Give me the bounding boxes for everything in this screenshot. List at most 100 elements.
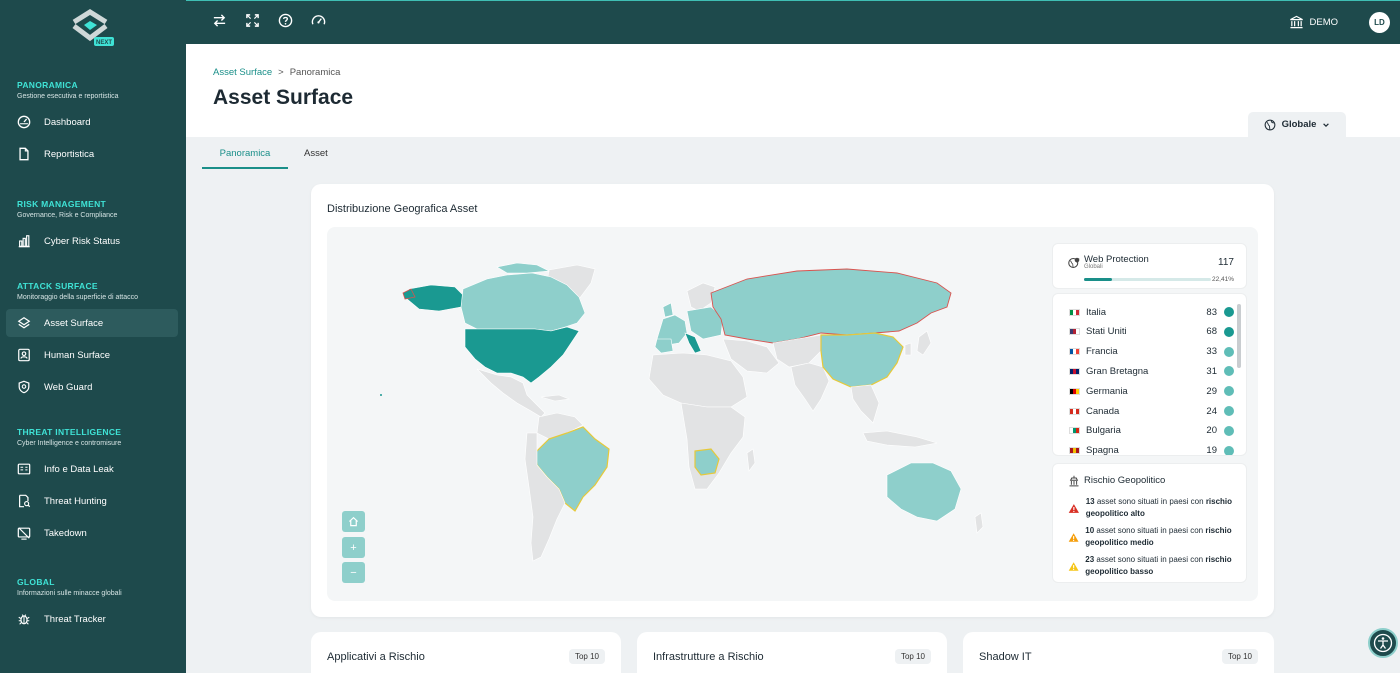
sidebar-item-label: Threat Tracker (44, 613, 106, 625)
breadcrumb: Asset Surface > Panoramica (213, 67, 340, 78)
home-icon (348, 516, 359, 527)
country-count: 33 (1206, 346, 1217, 358)
card-title: Applicativi a Rischio (327, 651, 425, 663)
tab-bar: Panoramica Asset (202, 137, 344, 169)
bug-icon (18, 614, 30, 625)
section-attack-surface: ATTACK SURFACE Monitoraggio della superf… (0, 281, 186, 301)
database-icon (17, 463, 31, 475)
map-alaska (406, 284, 468, 312)
org-label: DEMO (1309, 16, 1339, 28)
section-risk-management: RISK MANAGEMENT Governance, Risk e Compl… (0, 199, 186, 219)
country-row[interactable]: Spagna 19 (1069, 444, 1234, 455)
map-indonesia (862, 430, 938, 448)
country-count: 24 (1206, 405, 1217, 417)
applicativi-card: Applicativi a Rischio Top 10 (311, 632, 621, 673)
country-row[interactable]: Canada 24 (1069, 404, 1234, 418)
map-southeast-asia (850, 384, 880, 424)
country-dot (1224, 366, 1234, 377)
tab-asset[interactable]: Asset (288, 137, 344, 169)
country-row[interactable]: Gran Bretagna 31 (1069, 364, 1234, 378)
country-row[interactable]: Bulgaria 20 (1069, 424, 1234, 438)
country-row[interactable]: Stati Uniti 68 (1069, 325, 1234, 339)
country-dot (1224, 386, 1234, 397)
map-iberia (654, 338, 674, 354)
sidebar-item-dashboard[interactable]: Dashboard (6, 108, 178, 136)
flag-icon (1069, 447, 1080, 455)
logo-icon: NEXT (72, 9, 114, 46)
sidebar-item-asset-surface[interactable]: Asset Surface (6, 309, 178, 337)
card-title: Distribuzione Geografica Asset (327, 203, 478, 215)
country-count: 83 (1206, 306, 1217, 318)
tab-panoramica[interactable]: Panoramica (202, 137, 288, 169)
country-name: Germania (1086, 385, 1128, 397)
country-list-scrollbar[interactable] (1237, 304, 1241, 368)
sidebar-item-label: Dashboard (44, 116, 91, 128)
section-panoramica: PANORAMICA Gestione esecutiva e reportis… (0, 80, 186, 100)
breadcrumb-current: Panoramica (289, 67, 341, 78)
scope-dropdown[interactable]: Globale (1248, 112, 1346, 137)
geopolitical-risk-panel: Rischio Geopolitico 13 asset sono situat… (1052, 463, 1247, 583)
risk-text: 23 asset sono situati in paesi con risch… (1085, 554, 1248, 578)
web-protection-progress (1084, 278, 1211, 281)
shadow-it-card: Shadow IT Top 10 (963, 632, 1274, 673)
switch-icon[interactable] (212, 13, 227, 28)
country-dot (1224, 346, 1234, 357)
world-map[interactable]: + − Web Protection Globali 117 22,41% It… (327, 227, 1258, 601)
country-dot (1224, 445, 1234, 455)
map-zoom-in-button[interactable]: + (342, 537, 365, 558)
breadcrumb-link[interactable]: Asset Surface (213, 67, 272, 78)
section-subtitle: Cyber Intelligence e contromisure (17, 440, 122, 447)
sidebar-item-label: Threat Hunting (44, 495, 107, 507)
risk-count: 23 (1085, 555, 1095, 564)
avatar[interactable]: LD (1369, 12, 1390, 33)
bar-chart-icon (18, 235, 30, 248)
card-title: Shadow IT (979, 651, 1032, 663)
section-subtitle: Monitoraggio della superficie di attacco (17, 294, 139, 301)
sidebar-item-cyber-risk-status[interactable]: Cyber Risk Status (6, 227, 178, 255)
sidebar-item-threat-tracker[interactable]: Threat Tracker (6, 605, 178, 633)
flag-icon (1069, 407, 1080, 415)
sidebar-item-threat-hunting[interactable]: Threat Hunting (6, 487, 178, 515)
bank-icon (1289, 15, 1303, 29)
geo-distribution-card: Distribuzione Geografica Asset + − Web P… (311, 184, 1274, 617)
org-selector[interactable]: DEMO (1289, 15, 1339, 29)
sidebar-item-label: Reportistica (44, 148, 95, 160)
map-home-button[interactable] (342, 511, 365, 532)
help-icon[interactable] (278, 13, 293, 28)
map-canada-islands (496, 262, 551, 274)
sidebar-item-label: Web Guard (44, 381, 93, 393)
country-dot (1224, 326, 1234, 337)
sidebar-item-web-guard[interactable]: Web Guard (6, 373, 178, 401)
country-dot (1224, 425, 1234, 436)
flag-icon (1069, 387, 1080, 395)
map-zoom-out-button[interactable]: − (342, 562, 365, 583)
warning-icon (1068, 532, 1079, 542)
map-korea (904, 342, 912, 356)
map-australia (886, 462, 962, 522)
section-title: ATTACK SURFACE (17, 281, 98, 291)
web-protection-count: 117 (1218, 257, 1234, 268)
map-india (790, 362, 830, 412)
fullscreen-icon[interactable] (245, 13, 260, 28)
top10-badge: Top 10 (1221, 649, 1258, 664)
section-global: GLOBAL Informazioni sulle minacce global… (0, 577, 186, 597)
section-title: GLOBAL (17, 577, 55, 587)
accessibility-icon (1373, 633, 1393, 653)
sidebar-item-info-data-leak[interactable]: Info e Data Leak (6, 455, 178, 483)
app-logo[interactable]: NEXT (0, 0, 186, 56)
country-row[interactable]: Germania 29 (1069, 384, 1234, 398)
web-protection-panel[interactable]: Web Protection Globali 117 22,41% (1052, 243, 1247, 289)
accessibility-button[interactable] (1368, 628, 1398, 658)
country-list[interactable]: Italia 83 Stati Uniti 68 Francia 33 Gran Breta… (1052, 293, 1247, 456)
sidebar-item-human-surface[interactable]: Human Surface (6, 341, 178, 369)
sidebar-item-reportistica[interactable]: Reportistica (6, 140, 178, 168)
gauge-icon[interactable] (311, 13, 326, 28)
sidebar-item-takedown[interactable]: Takedown (6, 519, 178, 547)
country-row[interactable]: Italia 83 (1069, 305, 1234, 319)
document-icon (19, 147, 29, 161)
map-central-africa (680, 402, 746, 490)
risk-count: 13 (1085, 497, 1095, 506)
country-row[interactable]: Francia 33 (1069, 345, 1234, 359)
map-hawaii (380, 394, 382, 396)
section-title: THREAT INTELLIGENCE (17, 427, 122, 437)
